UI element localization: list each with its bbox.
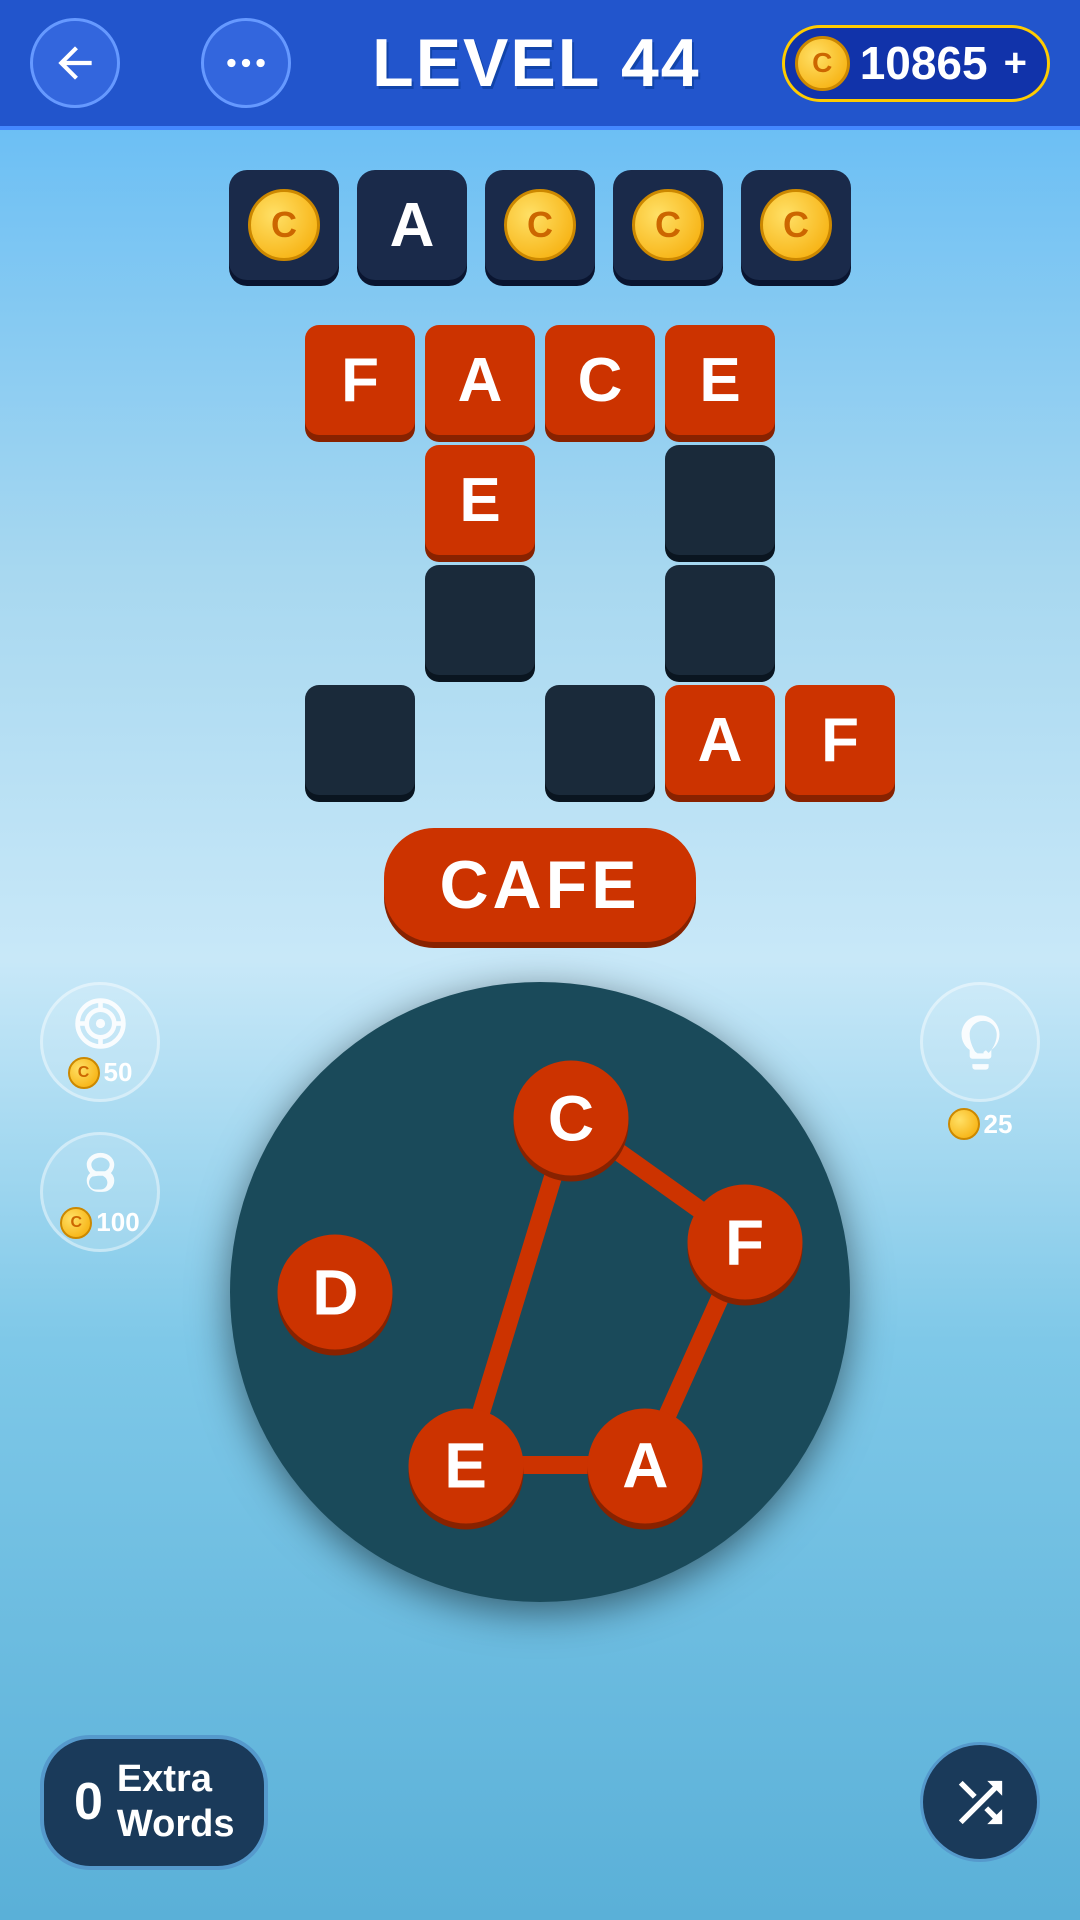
letter-f-node[interactable]: F — [687, 1185, 802, 1300]
cell-3-4 — [665, 565, 775, 675]
reward-coin-4: C — [632, 189, 704, 261]
cell-4-0 — [185, 685, 295, 795]
coin-plus: + — [1004, 41, 1027, 86]
reward-coin-5: C — [760, 189, 832, 261]
reward-coin-3: C — [504, 189, 576, 261]
cell-3-2 — [425, 565, 535, 675]
reward-tile-2: A — [357, 170, 467, 280]
level-title: LEVEL 44 — [372, 24, 700, 102]
header: LEVEL 44 C 10865 + — [0, 0, 1080, 130]
back-button[interactable] — [30, 18, 120, 108]
reward-tile-5: C — [741, 170, 851, 280]
hint-cost-coin — [948, 1108, 980, 1140]
letter-e-node[interactable]: E — [408, 1408, 523, 1523]
cell-1-1: F — [305, 325, 415, 435]
cell-4-3 — [545, 685, 655, 795]
brain-tool-button[interactable]: C 100 — [40, 1132, 160, 1252]
letter-c-node[interactable]: C — [514, 1061, 629, 1176]
grid-row-1: F A C E — [300, 320, 780, 440]
target-cost-value: 50 — [104, 1057, 133, 1088]
cell-2-4 — [665, 445, 775, 555]
target-tool-cost: C 50 — [68, 1057, 133, 1089]
cell-1-2: A — [425, 325, 535, 435]
current-word-display: CAFE — [384, 828, 695, 942]
shuffle-button[interactable] — [920, 1742, 1040, 1862]
extra-words-button[interactable]: 0 ExtraWords — [40, 1735, 268, 1870]
cell-4-5: F — [785, 685, 895, 795]
extra-words-count: 0 — [74, 1772, 103, 1832]
cell-1-4: E — [665, 325, 775, 435]
grid-row-3 — [300, 560, 780, 680]
brain-tool-cost: C 100 — [60, 1207, 139, 1239]
grid-row-2: E — [300, 440, 780, 560]
grid-row-4: A F — [180, 680, 900, 800]
hint-button[interactable] — [920, 982, 1040, 1102]
cell-2-1 — [305, 445, 415, 555]
target-cost-coin: C — [68, 1057, 100, 1089]
reward-coin-1: C — [248, 189, 320, 261]
hint-cost: 25 — [948, 1108, 1013, 1140]
letter-wheel: C F D E A — [230, 982, 850, 1602]
right-hint: 25 — [920, 982, 1040, 1140]
crossword-grid: F A C E E A F — [0, 320, 1080, 800]
cell-4-2 — [425, 685, 535, 795]
coin-amount: 10865 — [860, 36, 988, 90]
reward-tile-1: C — [229, 170, 339, 280]
cell-3-1 — [305, 565, 415, 675]
bottom-area: 0 ExtraWords — [0, 1735, 1080, 1870]
reward-row: C A C C C — [0, 170, 1080, 280]
reward-tile-3: C — [485, 170, 595, 280]
cell-2-2: E — [425, 445, 535, 555]
cell-3-3 — [545, 565, 655, 675]
menu-button[interactable] — [201, 18, 291, 108]
hint-cost-value: 25 — [984, 1109, 1013, 1140]
coin-display: C 10865 + — [782, 25, 1050, 102]
cell-4-1 — [305, 685, 415, 795]
letter-a-node[interactable]: A — [588, 1408, 703, 1523]
brain-cost-coin: C — [60, 1207, 92, 1239]
brain-cost-value: 100 — [96, 1207, 139, 1238]
cell-2-3 — [545, 445, 655, 555]
extra-words-label: ExtraWords — [117, 1757, 235, 1848]
cell-1-3: C — [545, 325, 655, 435]
controls-area: C 50 C 100 C F D E A — [0, 982, 1080, 1602]
cell-4-4: A — [665, 685, 775, 795]
coin-icon: C — [795, 36, 850, 91]
letter-d-node[interactable]: D — [278, 1235, 393, 1350]
reward-tile-4: C — [613, 170, 723, 280]
left-tools: C 50 C 100 — [40, 982, 160, 1252]
target-tool-button[interactable]: C 50 — [40, 982, 160, 1102]
